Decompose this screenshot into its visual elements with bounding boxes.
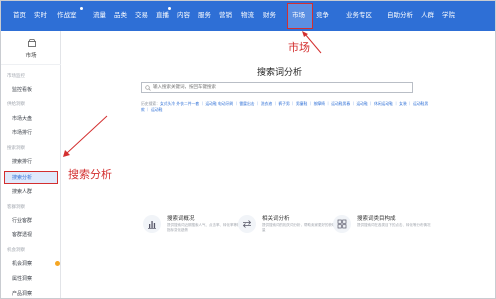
top-navigation-bar: 首页 实时 作战室 流量 品类 交易 直播 内容 服务 营销 物流 财务 市场 … [1,1,495,31]
market-icon [28,39,36,47]
nav-item-realtime[interactable]: 实时 [34,9,47,19]
card-icon-wrap [238,215,256,233]
sidebar-section-supply-insight: 供给洞察 [7,102,25,107]
swap-arrows-icon [242,220,252,228]
nav-item-self-analysis[interactable]: 自助分析 [387,9,413,19]
card-title: 相关词分析 [262,216,290,222]
sidebar: 市场 市场监控 监控看板 供给洞察 市场大盘 市场排行 搜索洞察 搜索排行 搜索… [1,31,61,298]
search-history: 历史搜索：女式头冷 外衣二件一套 ｜ 运动鞋 电动牙刷 ｜ 雷霆出击 ｜ 洗衣液… [141,101,431,112]
nav-item-logistics[interactable]: 物流 [241,9,254,19]
sidebar-item-attribute-insight[interactable]: 属性洞察 [12,275,32,282]
card-description: 提供搜索词近期搜索人气、点击率、转化率等核心指标变化趋势 [167,223,244,232]
nav-item-war-room[interactable]: 作战室 [57,9,77,19]
sidebar-title: 市场 [25,53,37,59]
search-box[interactable] [141,82,413,93]
sidebar-section-opportunity-insight: 机会洞察 [7,248,25,253]
nav-item-trade[interactable]: 交易 [135,9,148,19]
sidebar-item-customer-perspective[interactable]: 客群透视 [12,231,32,238]
nav-item-competition[interactable]: 竞争 [316,9,329,19]
card-related-words[interactable]: 相关词分析 提供搜索词的相关词分析，帮助卖家更好的获取流量 [238,214,348,236]
nav-item-finance[interactable]: 财务 [263,9,276,19]
nav-item-academy[interactable]: 学院 [442,9,455,19]
sidebar-item-market-overview[interactable]: 市场大盘 [12,115,32,122]
nav-item-home[interactable]: 首页 [13,9,26,19]
annotation-market-label: 市场 [288,41,310,54]
nav-item-traffic[interactable]: 流量 [93,9,106,19]
nav-item-live[interactable]: 直播 [156,9,169,19]
nav-new-dot [168,7,171,10]
nav-item-service[interactable]: 服务 [198,9,211,19]
search-history-words[interactable]: 女式头冷 外衣二件一套 ｜ 运动鞋 电动牙刷 ｜ 雷霆出击 ｜ 洗衣液 ｜ 裤子… [141,101,428,112]
nav-item-market[interactable]: 市场 [292,9,305,19]
sidebar-item-product-insight[interactable]: 产品洞察 [12,290,32,297]
sidebar-header: 市场 [1,31,61,65]
search-history-label: 历史搜索： [141,101,160,106]
nav-item-crowd[interactable]: 人群 [421,9,434,19]
sidebar-section-customer-insight: 客群洞察 [7,205,25,210]
sidebar-section-search-insight: 搜索洞察 [7,146,25,151]
sidebar-item-search-analysis[interactable]: 搜索分析 [12,174,32,181]
sidebar-item-search-ranking[interactable]: 搜索排行 [12,158,32,165]
sidebar-item-industry-customers[interactable]: 行业客群 [12,217,32,224]
grid-icon [337,219,347,229]
nav-item-marketing[interactable]: 营销 [219,9,232,19]
card-icon-wrap [143,215,161,233]
page-title: 搜索词分析 [256,68,302,78]
sidebar-item-opportunity[interactable]: 机会洞察 [12,260,32,267]
search-icon [145,85,151,91]
card-description: 提供搜索词的相关词分析，帮助卖家更好的获取流量 [262,223,339,232]
card-title: 搜索词概况 [167,216,195,222]
sidebar-section-market-monitor: 市场监控 [7,74,25,79]
nav-item-business-zone[interactable]: 业务专区 [346,9,372,19]
card-icon-wrap [333,215,351,233]
main-content: 搜索词分析 历史搜索：女式头冷 外衣二件一套 ｜ 运动鞋 电动牙刷 ｜ 雷霆出击… [62,31,495,298]
nav-item-content[interactable]: 内容 [177,9,190,19]
card-category-composition[interactable]: 搜索词类目构成 提供搜索词在各类目下的点击、转化等分布情况 [333,214,443,236]
card-description: 提供搜索词在各类目下的点击、转化等分布情况 [357,223,431,227]
nav-new-dot [80,7,83,10]
search-input[interactable] [153,83,408,92]
sidebar-item-market-ranking[interactable]: 市场排行 [12,129,32,136]
sidebar-item-monitor-board[interactable]: 监控看板 [12,86,32,93]
nav-item-category[interactable]: 品类 [114,9,127,19]
screenshot-frame: 首页 实时 作战室 流量 品类 交易 直播 内容 服务 营销 物流 财务 市场 … [0,0,496,299]
bar-chart-icon [148,221,156,229]
annotation-search-analysis-label: 搜索分析 [68,168,112,181]
card-title: 搜索词类目构成 [357,216,396,222]
new-badge [55,261,60,266]
card-search-overview[interactable]: 搜索词概况 提供搜索词近期搜索人气、点击率、转化率等核心指标变化趋势 [143,214,253,236]
sidebar-item-search-crowd[interactable]: 搜索人群 [12,188,32,195]
